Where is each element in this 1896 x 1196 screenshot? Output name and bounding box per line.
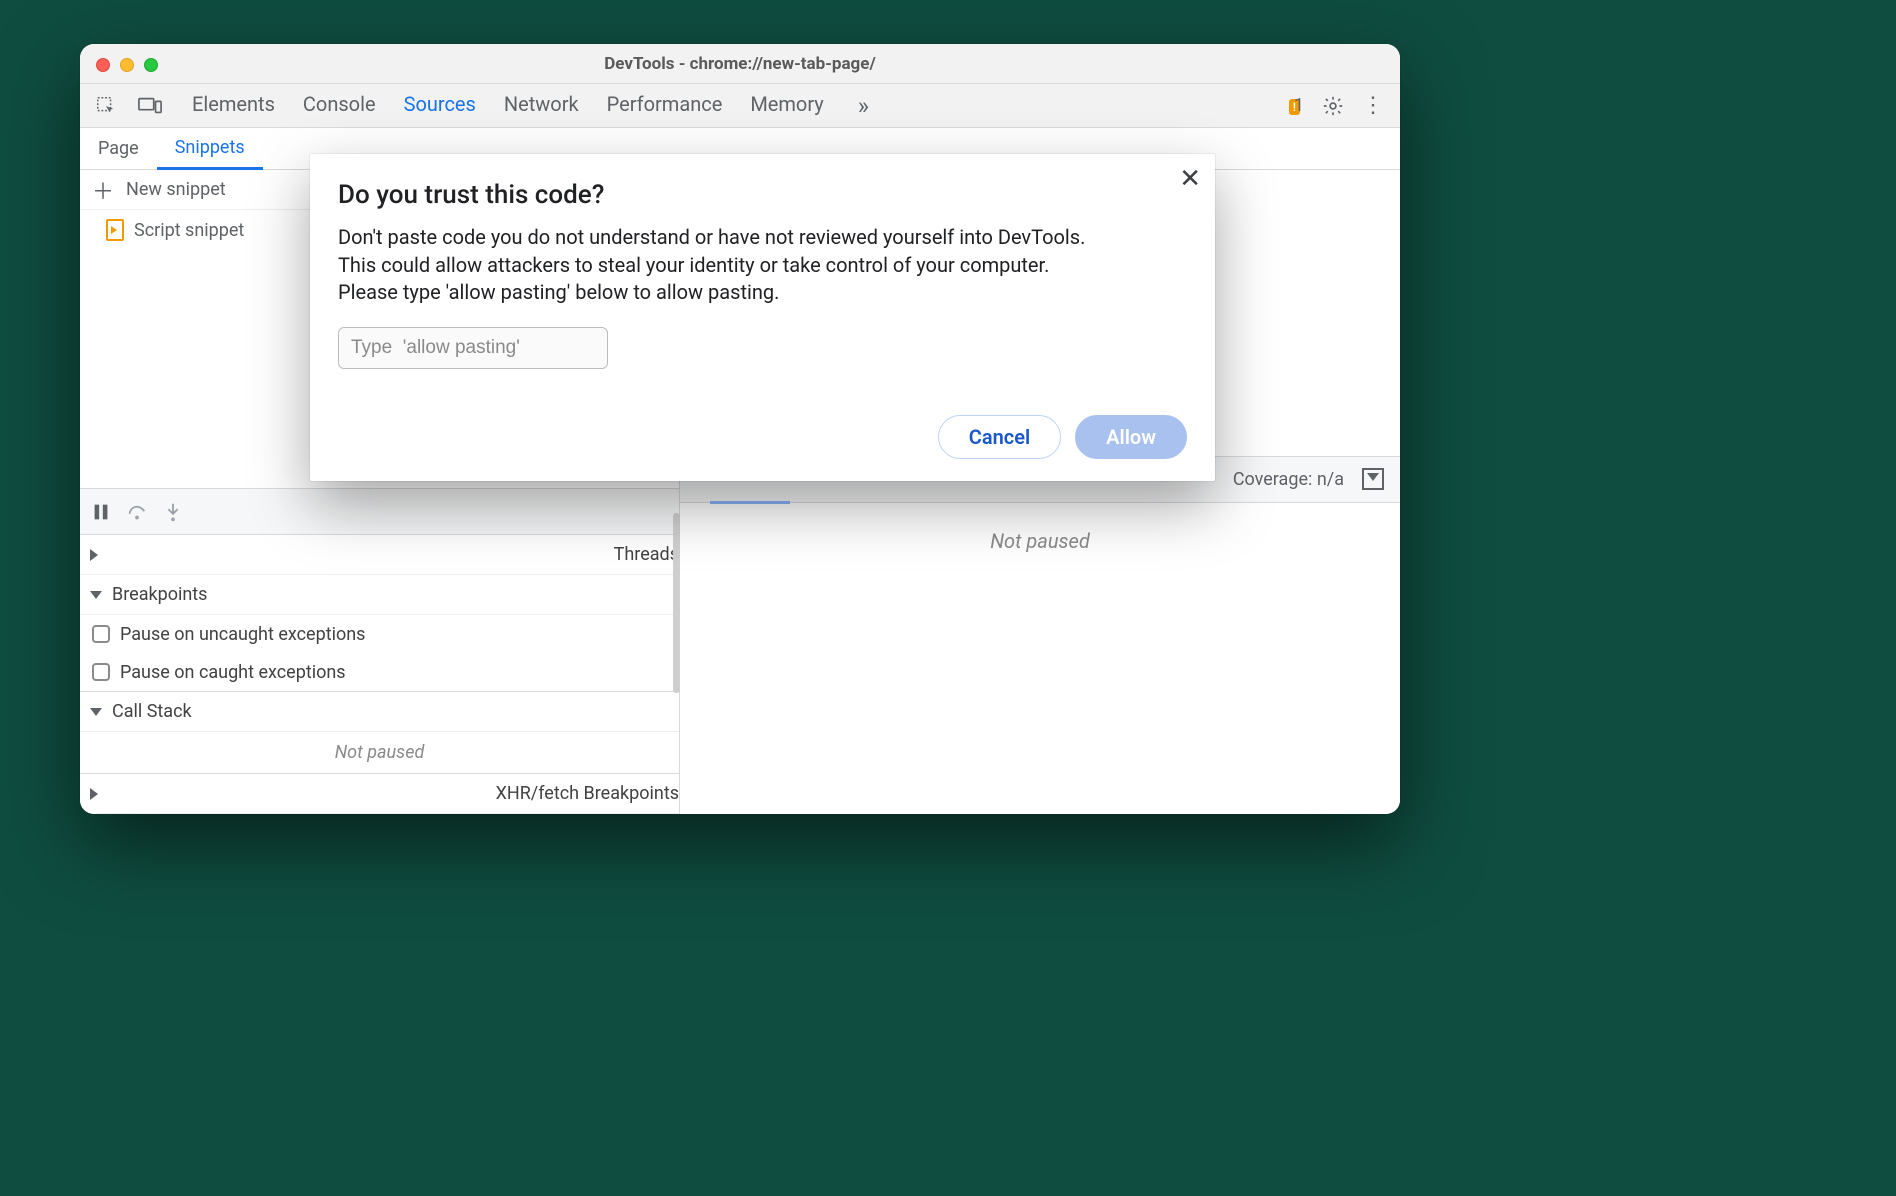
collapse-panel-icon[interactable] [1362,468,1384,490]
pause-uncaught-label: Pause on uncaught exceptions [120,624,365,645]
zoom-window-button[interactable] [144,58,158,72]
pane-threads-label: Threads [614,544,679,565]
allow-pasting-input[interactable] [338,327,608,369]
issues-count: 1 [1294,95,1304,116]
close-window-button[interactable] [96,58,110,72]
window-titlebar: DevTools - chrome://new-tab-page/ [80,44,1400,84]
scope-not-paused: Not paused [680,503,1400,815]
pane-breakpoints[interactable]: Breakpoints [80,575,679,615]
pane-xhr-label: XHR/fetch Breakpoints [496,783,679,804]
expand-icon [90,788,486,800]
subtab-page[interactable]: Page [80,128,157,169]
pause-uncaught-row[interactable]: Pause on uncaught exceptions [80,615,679,653]
snippet-name: Script snippet [134,220,244,241]
trust-code-dialog: ✕ Do you trust this code? Don't paste co… [310,154,1215,481]
dialog-actions: Cancel Allow [338,415,1187,459]
pane-breakpoints-label: Breakpoints [112,584,207,605]
dialog-title: Do you trust this code? [338,180,1187,210]
tab-console[interactable]: Console [303,92,376,120]
callstack-not-paused: Not paused [80,732,679,773]
pane-threads[interactable]: Threads [80,535,679,575]
tab-network[interactable]: Network [504,92,579,120]
collapse-icon [90,708,102,716]
tab-performance[interactable]: Performance [607,92,723,120]
scrollbar[interactable] [673,513,680,693]
pane-callstack[interactable]: Call Stack [80,692,679,732]
inspect-element-icon[interactable] [86,86,126,126]
issues-badge[interactable]: ! 1 [1289,95,1304,116]
settings-gear-icon[interactable] [1322,95,1344,117]
traffic-lights [96,58,158,72]
window-title: DevTools - chrome://new-tab-page/ [604,54,876,74]
pause-caught-label: Pause on caught exceptions [120,662,346,683]
tab-elements[interactable]: Elements [192,92,275,120]
pause-icon[interactable] [90,501,112,523]
new-snippet-label: New snippet [126,179,226,200]
active-tab-indicator [710,501,790,504]
device-toolbar-icon[interactable] [130,86,170,126]
coverage-text: Coverage: n/a [1233,469,1344,490]
devtools-toolbar: Elements Console Sources Network Perform… [80,84,1400,128]
collapse-icon [90,591,102,599]
tab-memory[interactable]: Memory [750,92,823,120]
cancel-button[interactable]: Cancel [938,415,1061,459]
devtools-window: DevTools - chrome://new-tab-page/ Elemen… [80,44,1400,814]
expand-icon [90,549,604,561]
tab-sources[interactable]: Sources [404,92,476,120]
allow-button[interactable]: Allow [1075,415,1187,459]
pause-caught-row[interactable]: Pause on caught exceptions [80,653,679,691]
subtab-snippets[interactable]: Snippets [157,129,263,170]
minimize-window-button[interactable] [120,58,134,72]
checkbox[interactable] [92,663,110,681]
step-over-icon[interactable] [126,501,148,523]
step-into-icon[interactable] [162,501,184,523]
close-icon[interactable]: ✕ [1179,164,1201,194]
pane-xhr-breakpoints[interactable]: XHR/fetch Breakpoints [80,774,679,814]
pane-callstack-label: Call Stack [112,701,192,722]
more-tabs-chevron-icon[interactable]: » [858,92,869,120]
plus-icon: ＋ [92,174,114,206]
debugger-toolbar [80,489,679,535]
more-menu-kebab-icon[interactable]: ⋮ [1362,93,1384,118]
snippet-file-icon [106,219,124,241]
dialog-body-text: Don't paste code you do not understand o… [338,224,1098,307]
panel-tabs: Elements Console Sources Network Perform… [192,92,869,120]
checkbox[interactable] [92,625,110,643]
